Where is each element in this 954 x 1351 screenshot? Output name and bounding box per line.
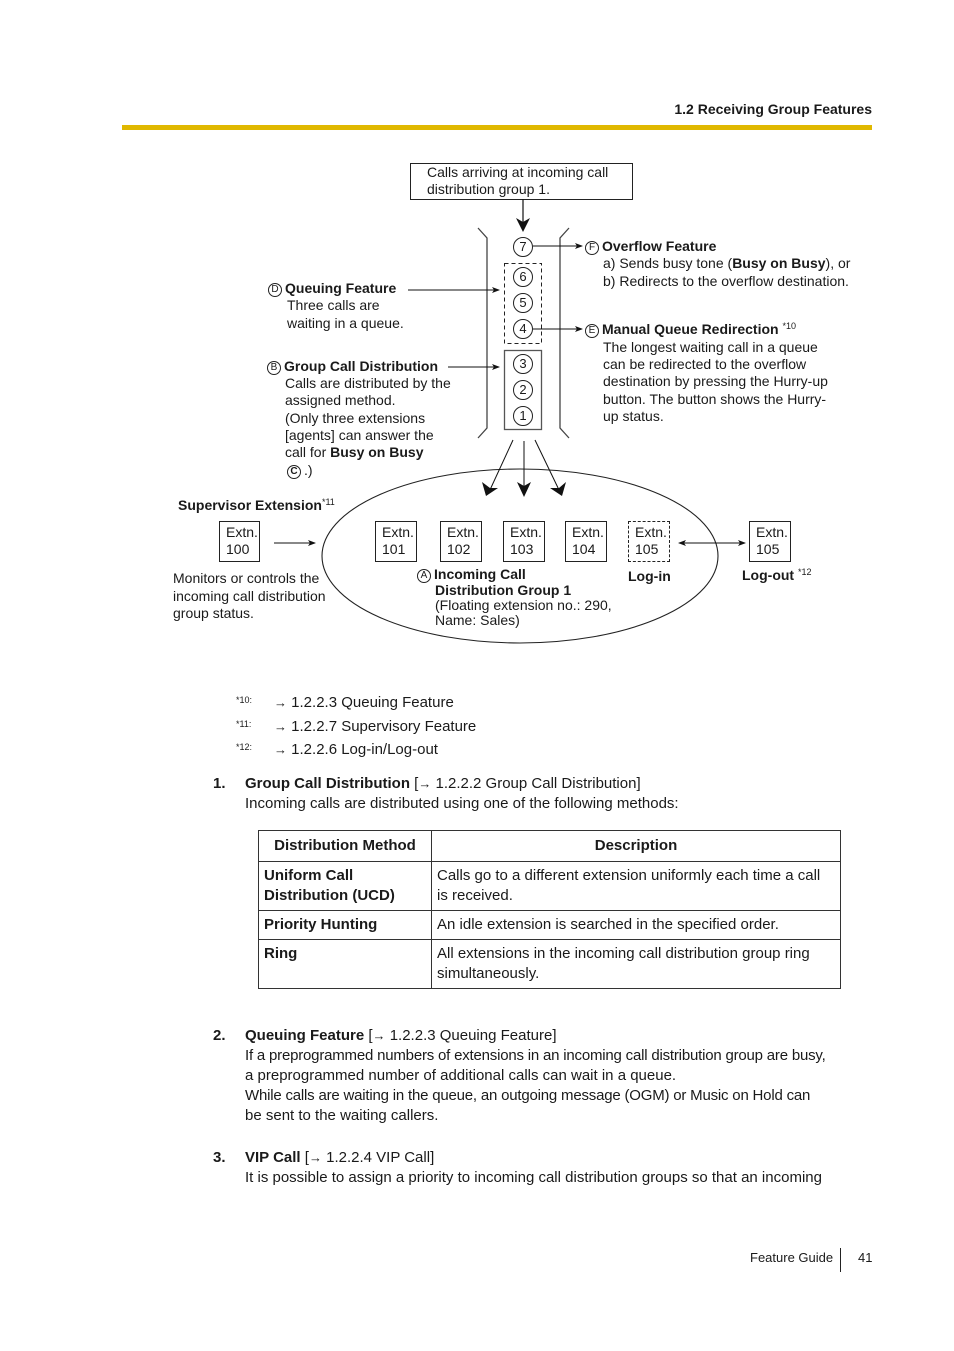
item-title: Queuing Feature — [245, 1027, 365, 1044]
group-call-title: B Group Call Distribution — [267, 358, 438, 375]
item-body-line: It is possible to assign a priority to i… — [245, 1169, 822, 1186]
column-header-description: Description — [431, 830, 841, 862]
item-number: 3. — [213, 1149, 226, 1166]
top-box-line-2: distribution group 1. — [427, 181, 550, 197]
manual-queue-line-1: The longest waiting call in a queue — [603, 339, 818, 355]
marker-a-icon: A — [417, 569, 431, 583]
table-row: Ring All extensions in the incoming call… — [258, 939, 841, 989]
marker-f-icon: F — [585, 241, 599, 255]
supervisor-desc-2: incoming call distribution — [173, 588, 326, 604]
queue-call-4: 4 — [513, 319, 533, 339]
reference-10[interactable]: *10: → 1.2.2.3 Queuing Feature — [236, 690, 476, 714]
table-header-row: Distribution Method Description — [258, 830, 841, 862]
manual-queue-line-2: can be redirected to the overflow — [603, 356, 807, 372]
reference-12[interactable]: *12: → 1.2.2.6 Log-in/Log-out — [236, 737, 476, 761]
marker-d-icon: D — [268, 283, 282, 297]
item-number: 1. — [213, 775, 226, 792]
queue-call-1: 1 — [513, 406, 533, 426]
description-cell: An idle extension is searched in the spe… — [431, 910, 841, 940]
group-call-line-6: C.) — [287, 462, 313, 479]
manual-queue-title: E Manual Queue Redirection *10 — [585, 321, 796, 338]
footer-divider — [840, 1248, 841, 1272]
supervisor-extension: Extn. 100 — [219, 521, 260, 562]
table-row: Priority Hunting An idle extension is se… — [258, 910, 841, 940]
method-cell: Uniform Call Distribution (UCD) — [258, 861, 432, 911]
login-label: Log-in — [628, 568, 671, 584]
extension-101: Extn. 101 — [375, 521, 417, 562]
item-title: VIP Call — [245, 1149, 301, 1166]
group-title-line-1: A Incoming Call — [417, 566, 526, 583]
item-body-line: While calls are waiting in the queue, an… — [245, 1087, 811, 1104]
marker-b-icon: B — [267, 361, 281, 375]
call-distribution-diagram: Calls arriving at incoming call distribu… — [0, 0, 954, 680]
manual-queue-line-4: button. The button shows the Hurry- — [603, 391, 827, 407]
group-call-line-2: assigned method. — [285, 392, 396, 408]
page-number: 41 — [858, 1250, 873, 1265]
queue-call-2: 2 — [513, 380, 533, 400]
top-box-line-1: Calls arriving at incoming call — [427, 164, 609, 180]
table-row: Uniform Call Distribution (UCD) Calls go… — [258, 861, 841, 911]
queuing-line-1: Three calls are — [287, 297, 380, 313]
group-detail-line-2: Name: Sales) — [435, 612, 520, 628]
queue-call-5: 5 — [513, 293, 533, 313]
group-call-line-3: (Only three extensions — [285, 410, 426, 426]
item-ref-link[interactable]: 1.2.2.3 Queuing Feature — [390, 1027, 553, 1044]
group-call-line-4: [agents] can answer the — [285, 427, 434, 443]
manual-queue-line-3: destination by pressing the Hurry-up — [603, 373, 828, 389]
item-body-line: Incoming calls are distributed using one… — [245, 795, 679, 812]
manual-queue-line-5: up status. — [603, 408, 664, 424]
footnote-references: *10: → 1.2.2.3 Queuing Feature *11: → 1.2.… — [236, 690, 476, 761]
overflow-line-1: a) Sends busy tone (Busy on Busy), or — [603, 255, 851, 271]
arrow-right-icon: → — [274, 742, 287, 757]
marker-c-icon: C — [287, 465, 301, 479]
item-ref-link[interactable]: 1.2.2.4 VIP Call — [326, 1149, 430, 1166]
overflow-feature-title: F Overflow Feature — [585, 238, 716, 255]
arrow-right-icon: → — [274, 718, 287, 734]
item-title: Group Call Distribution — [245, 775, 410, 792]
item-body-line: be sent to the waiting callers. — [245, 1107, 439, 1124]
extension-105-logout: Extn. 105 — [749, 521, 791, 562]
supervisor-desc-3: group status. — [173, 605, 254, 621]
group-call-line-5: call for Busy on Busy — [285, 444, 424, 460]
extension-103: Extn. 103 — [503, 521, 545, 562]
extension-104: Extn. 104 — [565, 521, 607, 562]
group-call-line-1: Calls are distributed by the — [285, 375, 451, 391]
arrow-right-icon: → — [308, 1150, 322, 1165]
footer-guide-name: Feature Guide — [750, 1250, 834, 1265]
overflow-line-2: b) Redirects to the overflow destination… — [603, 273, 849, 289]
supervisor-desc-1: Monitors or controls the — [173, 570, 320, 586]
extension-102: Extn. 102 — [440, 521, 482, 562]
description-cell: Calls go to a different extension unifor… — [431, 861, 841, 911]
queuing-line-2: waiting in a queue. — [287, 315, 404, 331]
item-body-line: If a preprogrammed numbers of extensions… — [245, 1047, 826, 1064]
arrow-right-icon: → — [418, 776, 432, 791]
logout-label: Log-out *12 — [742, 567, 812, 583]
method-cell: Ring — [258, 939, 432, 989]
reference-11[interactable]: *11: → 1.2.2.7 Supervisory Feature — [236, 714, 476, 738]
supervisor-title: Supervisor Extension*11 — [178, 497, 335, 513]
arrow-right-icon: → — [274, 695, 287, 710]
column-header-method: Distribution Method — [258, 830, 432, 862]
description-cell: All extensions in the incoming call dist… — [431, 939, 841, 989]
marker-e-icon: E — [585, 324, 599, 338]
extension-105-login: Extn. 105 — [628, 521, 670, 562]
queuing-feature-title: D Queuing Feature — [268, 280, 396, 297]
item-number: 2. — [213, 1027, 226, 1044]
queue-call-3: 3 — [513, 354, 533, 374]
arrow-right-icon: → — [372, 1028, 386, 1043]
queue-call-7: 7 — [513, 237, 533, 257]
item-body-line: a preprogrammed number of additional cal… — [245, 1067, 677, 1084]
item-ref-link[interactable]: 1.2.2.2 Group Call Distribution — [436, 775, 637, 792]
queue-call-6: 6 — [513, 267, 533, 287]
method-cell: Priority Hunting — [258, 910, 432, 940]
distribution-methods-table: Distribution Method Description Uniform … — [258, 830, 841, 989]
